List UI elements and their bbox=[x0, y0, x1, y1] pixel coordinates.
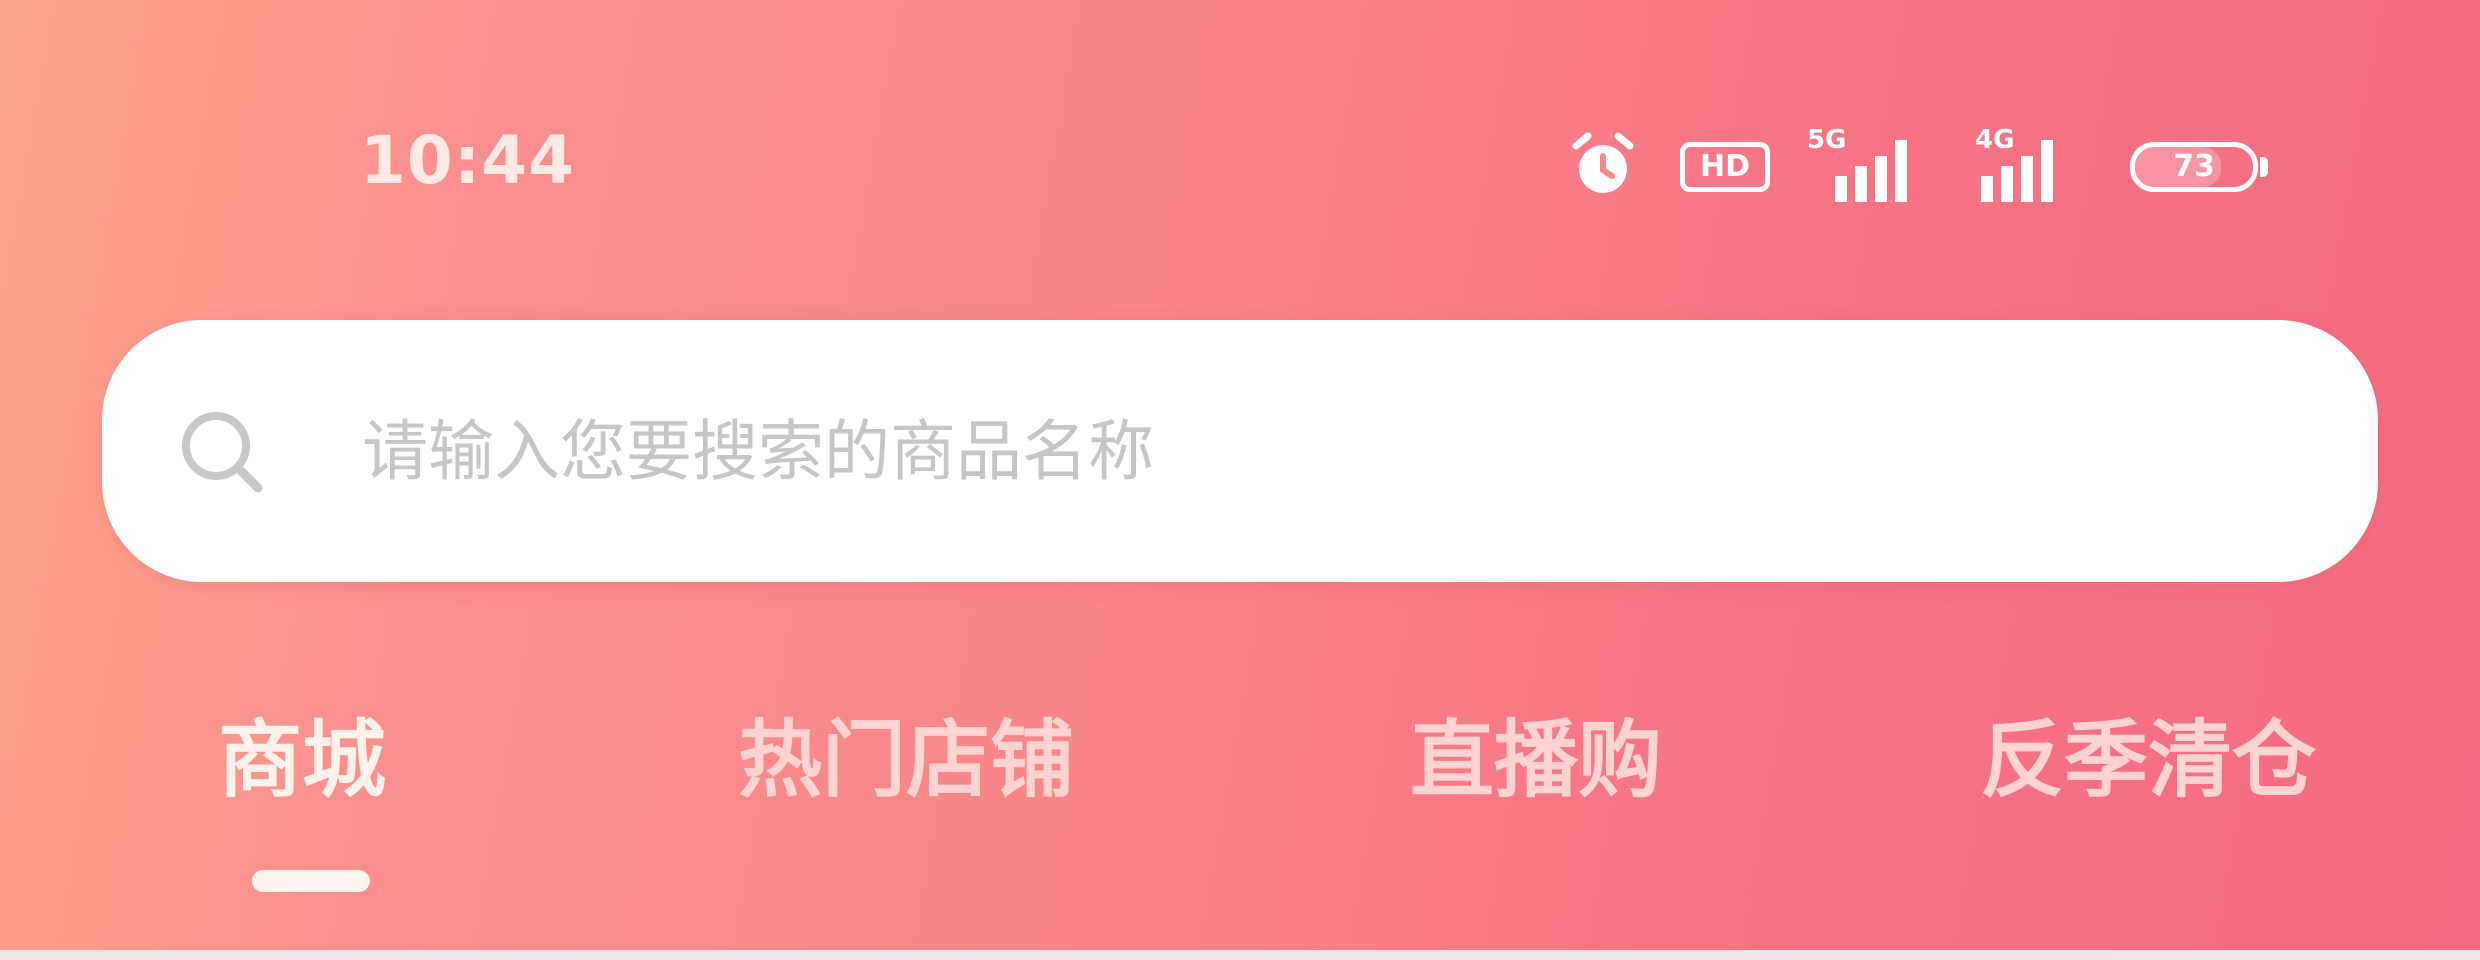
tab-live-shopping[interactable]: 直播购 bbox=[1410, 700, 1662, 840]
tab-popular-stores[interactable]: 热门店铺 bbox=[738, 700, 1074, 840]
search-icon bbox=[182, 412, 263, 493]
signal-5g-label: 5G bbox=[1807, 125, 1846, 155]
app-header: 10:44 HD 5G 4G 73 请输入您要搜索的商品名称 商城 热门店铺 直… bbox=[0, 0, 2480, 960]
battery-percent: 73 bbox=[2173, 149, 2215, 184]
tab-mall[interactable]: 商城 bbox=[218, 700, 386, 840]
content-divider bbox=[0, 950, 2480, 960]
tab-clearance[interactable]: 反季清仓 bbox=[1980, 700, 2316, 840]
signal-4g-label: 4G bbox=[1975, 125, 2014, 155]
status-time: 10:44 bbox=[360, 122, 576, 199]
hd-icon: HD bbox=[1680, 142, 1770, 192]
signal-4g-icon: 4G bbox=[1975, 118, 2085, 208]
alarm-icon bbox=[1572, 132, 1634, 193]
status-icons: HD 5G 4G 73 bbox=[1560, 118, 2280, 208]
battery-icon: 73 bbox=[2130, 142, 2270, 192]
search-bar[interactable] bbox=[102, 320, 2378, 582]
active-tab-indicator bbox=[252, 870, 370, 892]
search-input[interactable] bbox=[362, 320, 2262, 582]
category-tabs: 商城 热门店铺 直播购 反季清仓 bbox=[0, 700, 2480, 840]
signal-5g-icon: 5G bbox=[1805, 118, 1915, 208]
battery-tip bbox=[2260, 157, 2268, 177]
